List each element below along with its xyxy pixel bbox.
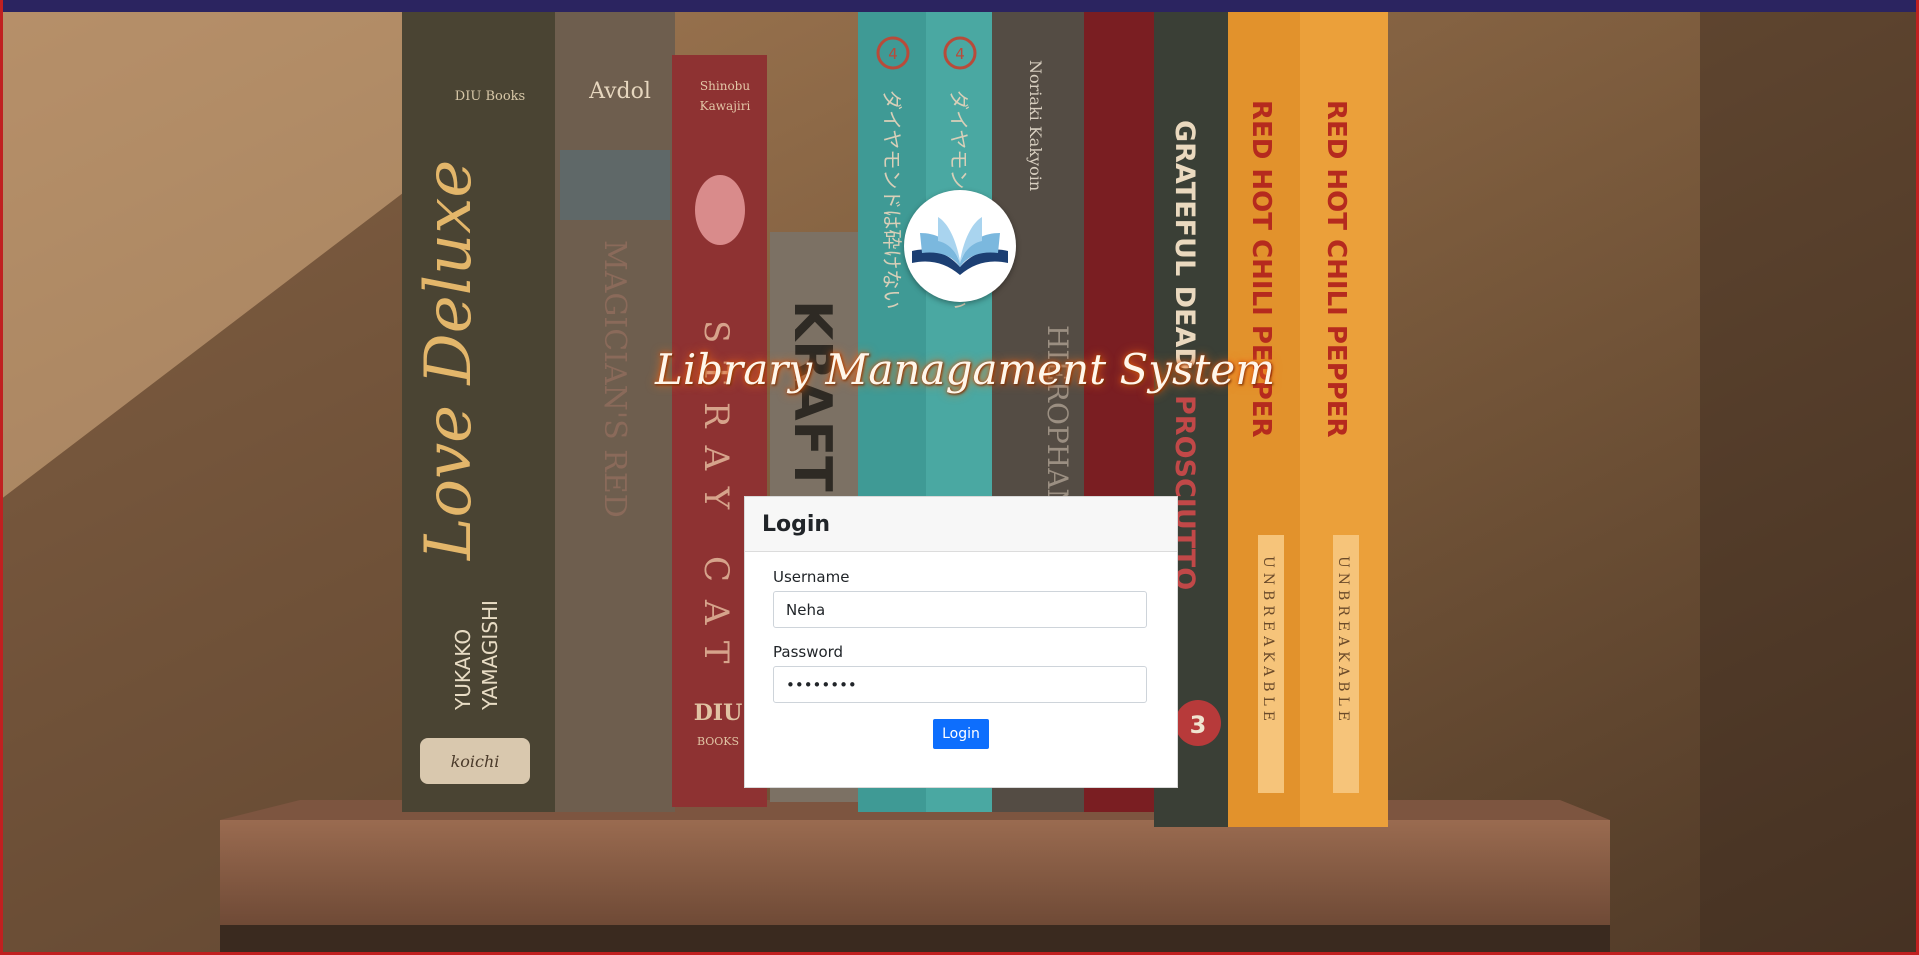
login-card-header: Login [745, 497, 1177, 552]
svg-text:Kawajiri: Kawajiri [700, 99, 751, 113]
svg-text:ダイヤモンドは砕けない: ダイヤモンドは砕けない [880, 90, 904, 309]
svg-text:Noriaki Kakyoin: Noriaki Kakyoin [1026, 60, 1045, 191]
svg-text:Love Deluxe: Love Deluxe [412, 160, 486, 561]
password-label: Password [773, 643, 844, 661]
svg-text:BOOKS: BOOKS [697, 735, 739, 748]
frame-border-left [0, 0, 3, 955]
svg-text:YUKAKO: YUKAKO [451, 629, 475, 711]
login-heading: Login [762, 511, 831, 537]
svg-text:GRATEFUL DEAD: GRATEFUL DEAD [1169, 120, 1200, 370]
login-card: Login Username Password Login [744, 496, 1178, 788]
username-input[interactable] [773, 591, 1147, 628]
svg-text:UNBREAKABLE: UNBREAKABLE [1260, 556, 1276, 726]
app-logo-icon [904, 190, 1016, 302]
svg-text:DIU Books: DIU Books [455, 89, 525, 104]
bookshelf-background: DIU Books Love Deluxe YUKAKO YAMAGISHI k… [0, 0, 1919, 955]
app-title: Library Managament System [654, 345, 1276, 394]
svg-text:Avdol: Avdol [588, 79, 651, 104]
svg-text:Shinobu: Shinobu [700, 79, 750, 93]
svg-text:koichi: koichi [451, 752, 500, 771]
username-label: Username [773, 568, 850, 586]
svg-text:3: 3 [1190, 711, 1207, 739]
svg-text:DIU: DIU [694, 700, 743, 726]
svg-text:UNBREAKABLE: UNBREAKABLE [1335, 556, 1351, 726]
login-button[interactable]: Login [933, 719, 989, 749]
login-form: Username Password Login [745, 552, 1177, 749]
svg-text:4: 4 [955, 45, 965, 63]
top-bar [0, 0, 1919, 12]
svg-text:KRAFT: KRAFT [782, 300, 842, 492]
password-input[interactable] [773, 666, 1147, 703]
open-book-logo-icon [912, 217, 1008, 275]
svg-text:4: 4 [888, 45, 898, 63]
svg-text:YAMAGISHI: YAMAGISHI [478, 600, 502, 711]
login-button-row: Login [773, 719, 1149, 749]
